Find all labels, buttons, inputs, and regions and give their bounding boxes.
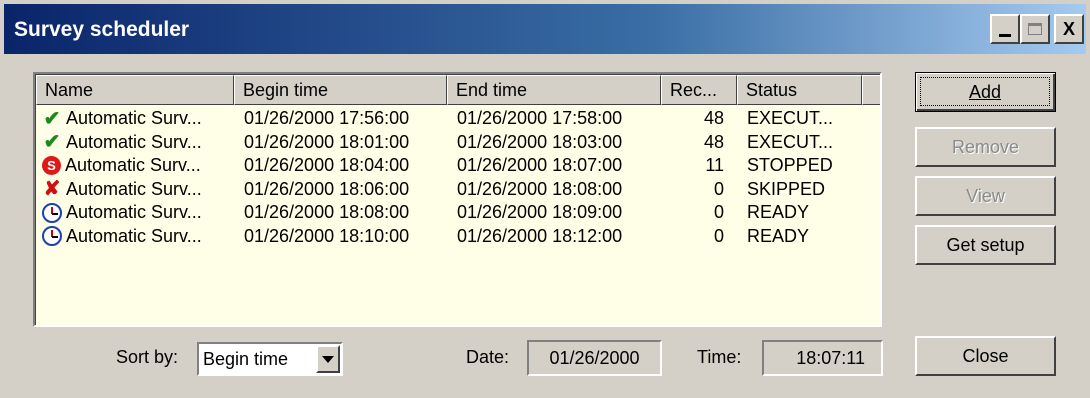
add-button-label: Add (968, 82, 1002, 102)
list-rows: ✔ Automatic Surv... 01/26/2000 17:56:00 01/… (36, 107, 880, 249)
survey-scheduler-window: Survey scheduler X Name Begin time End t… (0, 0, 1090, 398)
row-name: Automatic Surv... (66, 108, 202, 128)
row-status: READY (747, 202, 810, 222)
column-header-filler (862, 75, 880, 105)
column-header-status[interactable]: Status (737, 75, 862, 105)
row-name: Automatic Surv... (66, 225, 202, 246)
get-setup-button-label: Get setup (946, 235, 1025, 255)
survey-list[interactable]: Name Begin time End time Rec... Status ✔… (33, 72, 882, 327)
row-name-cell: Automatic Surv... (42, 226, 202, 247)
row-name-cell: Automatic Surv... (42, 202, 202, 223)
maximize-button[interactable] (1020, 14, 1050, 44)
window-title: Survey scheduler (14, 18, 190, 41)
row-status: EXECUT... (747, 108, 834, 128)
row-begin-time: 01/26/2000 18:08:00 (244, 202, 410, 222)
row-name-cell: ✔ Automatic Surv... (42, 108, 202, 129)
cross-icon: ✘ (43, 178, 61, 200)
close-icon: X (1062, 18, 1075, 39)
column-header-end-time[interactable]: End time (447, 75, 661, 105)
row-begin-time: 01/26/2000 18:01:00 (244, 131, 410, 152)
row-name: Automatic Surv... (65, 155, 201, 175)
row-records: 48 (703, 108, 724, 128)
dropdown-arrow-button[interactable] (316, 345, 340, 373)
clock-icon (42, 226, 62, 246)
date-label: Date: (466, 347, 510, 367)
sort-by-select[interactable]: Begin time (197, 342, 343, 376)
row-name: Automatic Surv... (66, 178, 202, 199)
table-row[interactable]: ✘ Automatic Surv... 01/26/2000 18:06:00 01/… (36, 178, 880, 202)
table-row[interactable]: S Automatic Surv... 01/26/2000 18:04:00 01/… (36, 154, 880, 178)
table-row[interactable]: Automatic Surv... 01/26/2000 18:08:00 01/2… (36, 201, 880, 225)
row-name-cell: S Automatic Surv... (42, 155, 201, 176)
row-end-time: 01/26/2000 18:09:00 (457, 202, 623, 222)
remove-button[interactable]: Remove (915, 127, 1056, 167)
row-records: 11 (705, 155, 724, 175)
row-begin-time: 01/26/2000 18:10:00 (244, 225, 410, 246)
sort-by-value: Begin time (203, 349, 289, 369)
row-status: SKIPPED (747, 178, 826, 199)
survey-list-frame: Name Begin time End time Rec... Status ✔… (35, 74, 880, 325)
row-name: Automatic Surv... (66, 131, 202, 152)
close-button-label: Close (962, 346, 1009, 366)
remove-button-label: Remove (951, 137, 1020, 157)
time-label: Time: (697, 347, 742, 367)
row-end-time: 01/26/2000 18:08:00 (457, 178, 623, 199)
checkmark-icon: ✔ (43, 107, 61, 130)
column-header-name[interactable]: Name (36, 75, 234, 105)
minimize-icon (999, 33, 1011, 37)
maximize-icon (1028, 23, 1042, 35)
close-window-button[interactable]: X (1054, 14, 1084, 44)
row-records: 48 (703, 131, 724, 152)
minimize-button[interactable] (990, 14, 1020, 44)
get-setup-button[interactable]: Get setup (915, 225, 1056, 265)
row-records: 0 (713, 202, 724, 222)
view-button[interactable]: View (915, 176, 1056, 216)
row-status: STOPPED (747, 155, 833, 175)
date-field: 01/26/2000 (527, 340, 662, 376)
table-row[interactable]: Automatic Surv... 01/26/2000 18:10:00 01/2… (36, 225, 880, 249)
row-begin-time: 01/26/2000 18:04:00 (244, 155, 410, 175)
sort-by-label: Sort by: (116, 347, 179, 367)
row-name-cell: ✘ Automatic Surv... (42, 179, 202, 200)
row-name: Automatic Surv... (66, 202, 202, 222)
row-records: 0 (713, 225, 724, 246)
title-bar[interactable]: Survey scheduler X (4, 4, 1086, 54)
add-button[interactable]: Add (915, 72, 1056, 112)
row-end-time: 01/26/2000 18:12:00 (457, 225, 623, 246)
list-header: Name Begin time End time Rec... Status (36, 75, 880, 105)
row-status: READY (747, 225, 810, 246)
row-name-cell: ✔ Automatic Surv... (42, 132, 202, 153)
view-button-label: View (966, 186, 1005, 206)
row-status: EXECUT... (747, 131, 834, 152)
row-begin-time: 01/26/2000 18:06:00 (244, 178, 410, 199)
time-field: 18:07:11 (762, 340, 883, 376)
row-end-time: 01/26/2000 18:03:00 (457, 131, 623, 152)
column-header-begin-time[interactable]: Begin time (234, 75, 447, 105)
checkmark-icon: ✔ (43, 131, 61, 153)
row-records: 0 (713, 178, 724, 199)
table-row[interactable]: ✔ Automatic Surv... 01/26/2000 17:56:00 01/… (36, 107, 880, 131)
focus-rectangle: Add (920, 77, 1050, 106)
clock-icon (42, 202, 62, 223)
close-button[interactable]: Close (915, 336, 1056, 376)
stop-icon: S (42, 156, 61, 175)
table-row[interactable]: ✔ Automatic Surv... 01/26/2000 18:01:00 01/… (36, 131, 880, 155)
row-end-time: 01/26/2000 18:07:00 (457, 155, 623, 175)
row-begin-time: 01/26/2000 17:56:00 (244, 108, 410, 128)
column-header-records[interactable]: Rec... (661, 75, 737, 105)
chevron-down-icon (322, 355, 334, 363)
row-end-time: 01/26/2000 17:58:00 (457, 108, 623, 128)
